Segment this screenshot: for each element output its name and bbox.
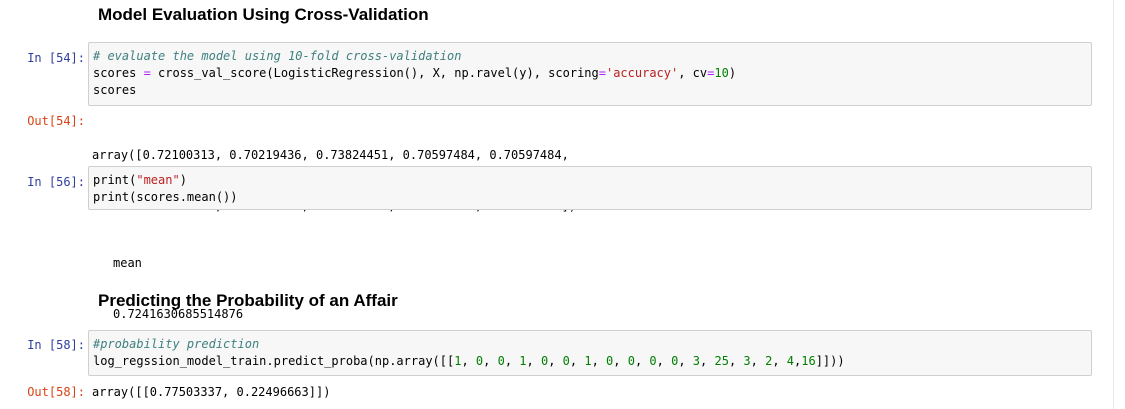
code-operator: = [598, 66, 606, 80]
code-token: ) [728, 66, 737, 80]
code-separator: , [750, 354, 766, 368]
code-string: 'accuracy' [605, 66, 679, 80]
code-operator: = [143, 66, 151, 80]
code-separator: , [504, 354, 520, 368]
code-line-scores-assign: scores = cross_val_score(LogisticRegress… [93, 65, 1091, 82]
code-number: 16 [801, 354, 816, 368]
code-separator: , [656, 354, 672, 368]
code-separator: , [613, 354, 628, 368]
code-line-scores: scores [93, 83, 137, 97]
code-separator: , [634, 354, 650, 368]
code-token: print( [93, 173, 137, 187]
code-cell-56[interactable]: print("mean") print(scores.mean()) [88, 166, 1092, 210]
code-number: 0 [497, 354, 505, 368]
code-separator: , [728, 354, 744, 368]
code-number: 0 [562, 354, 570, 368]
input-prompt-58: In [58]: [27, 338, 85, 352]
code-number: 1 [584, 354, 592, 368]
code-separator: , [526, 354, 541, 368]
code-comment: #probability prediction [93, 337, 260, 351]
input-prompt-54: In [54]: [27, 51, 85, 65]
code-number: 3 [743, 354, 751, 368]
code-separator: , [569, 354, 585, 368]
code-token: ]])) [815, 354, 845, 368]
code-number: 10 [714, 66, 729, 80]
code-line-predict-proba: log_regssion_model_train.predict_proba(n… [93, 353, 1091, 370]
code-separator: , [678, 354, 693, 368]
code-separator: , [591, 354, 607, 368]
code-cell-54[interactable]: # evaluate the model using 10-fold cross… [88, 42, 1092, 106]
notebook-right-border [1113, 0, 1114, 409]
code-line-print-mean-value: print(scores.mean()) [93, 190, 238, 204]
code-string: "mean" [136, 173, 180, 187]
code-number: 25 [714, 354, 729, 368]
output-area-58[interactable]: array([[0.77503337, 0.22496663]]) [92, 384, 330, 401]
code-line-comment: #probability prediction [93, 336, 1091, 353]
output-prompt-54: Out[54]: [27, 114, 85, 128]
code-comment: # evaluate the model using 10-fold cross… [93, 49, 462, 63]
code-number: 0 [649, 354, 657, 368]
code-token: ) [179, 173, 187, 187]
code-number: 1 [519, 354, 527, 368]
code-number: 0 [627, 354, 635, 368]
stream-line: mean [113, 256, 142, 270]
section-heading-cross-validation: Model Evaluation Using Cross-Validation [98, 5, 429, 24]
code-line-print-mean-label: print("mean") [93, 172, 1091, 189]
code-separator: , [700, 354, 715, 368]
code-token: log_regssion_model_train.predict_proba(n… [93, 354, 455, 368]
input-prompt-56: In [56]: [27, 175, 85, 189]
code-token: , cv [678, 66, 708, 80]
code-separator: , [483, 354, 498, 368]
code-line-comment: # evaluate the model using 10-fold cross… [93, 48, 1091, 65]
output-prompt-58: Out[58]: [27, 385, 85, 399]
section-heading-probability: Predicting the Probability of an Affair [98, 291, 398, 310]
code-cell-58[interactable]: #probability prediction log_regssion_mod… [88, 330, 1092, 376]
code-token: scores [93, 66, 144, 80]
code-separator: , [772, 354, 787, 368]
code-token: cross_val_score(LogisticRegression(), X,… [150, 66, 599, 80]
code-separator: , [548, 354, 563, 368]
stream-output-56[interactable]: mean 0.7241630685514876 [113, 221, 243, 340]
output-line: array([0.72100313, 0.70219436, 0.7382445… [92, 148, 569, 162]
code-number-list: 1, 0, 0, 1, 0, 0, 1, 0, 0, 0, 0, 3, 25, … [454, 354, 815, 368]
code-number: 4 [786, 354, 794, 368]
code-number: 3 [692, 354, 701, 368]
code-separator: , [461, 354, 476, 368]
